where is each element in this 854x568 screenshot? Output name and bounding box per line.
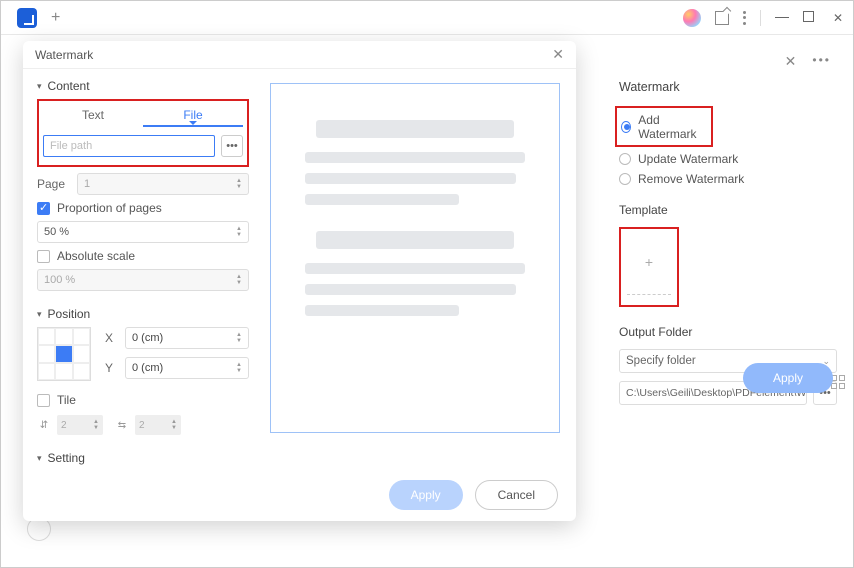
tile-v-icon: ⇆ bbox=[115, 419, 129, 431]
radio-icon bbox=[619, 173, 631, 185]
checkbox-icon bbox=[37, 394, 50, 407]
dialog-left-column: Content Text File File path ••• Page 1 ▲… bbox=[37, 79, 249, 469]
watermark-side-panel: ✕ ••• Watermark Add Watermark Update Wat… bbox=[615, 49, 837, 405]
spinner-icon[interactable]: ▲▼ bbox=[236, 226, 242, 238]
divider bbox=[760, 10, 761, 26]
checkbox-icon bbox=[37, 202, 50, 215]
spinner-icon: ▲▼ bbox=[93, 419, 99, 431]
window-maximize-button[interactable] bbox=[803, 11, 817, 25]
browse-file-button[interactable]: ••• bbox=[221, 135, 243, 157]
add-template-button[interactable] bbox=[619, 227, 679, 307]
spinner-icon: ▲▼ bbox=[236, 274, 242, 286]
tab-text[interactable]: Text bbox=[43, 105, 143, 127]
tile-h-icon: ⇵ bbox=[37, 419, 51, 431]
x-input[interactable]: 0 (cm) ▲▼ bbox=[125, 327, 249, 349]
dialog-footer: Apply Cancel bbox=[23, 469, 576, 521]
spinner-icon: ▲▼ bbox=[171, 419, 177, 431]
checkbox-label: Proportion of pages bbox=[57, 201, 162, 215]
content-tabs-highlight: Text File File path ••• bbox=[37, 99, 249, 167]
template-dash bbox=[627, 294, 671, 295]
dialog-header: Watermark ✕ bbox=[23, 41, 576, 69]
radio-label: Remove Watermark bbox=[638, 172, 744, 186]
spinner-icon[interactable]: ▲▼ bbox=[236, 362, 242, 374]
radio-update-watermark[interactable]: Update Watermark bbox=[619, 149, 837, 169]
placeholder-block bbox=[305, 231, 525, 316]
placeholder-block bbox=[305, 120, 525, 205]
window-minimize-button[interactable] bbox=[775, 11, 789, 25]
spinner-icon[interactable]: ▲▼ bbox=[236, 178, 242, 190]
setting-section-header[interactable]: Setting bbox=[37, 451, 249, 465]
tile-checkbox-row[interactable]: Tile bbox=[37, 393, 249, 407]
tab-file[interactable]: File bbox=[143, 105, 243, 127]
proportion-checkbox-row[interactable]: Proportion of pages bbox=[37, 201, 249, 215]
preview-page bbox=[270, 83, 560, 433]
add-watermark-highlight: Add Watermark bbox=[615, 106, 713, 147]
page-label: Page bbox=[37, 177, 69, 191]
spinner-icon[interactable]: ▲▼ bbox=[236, 332, 242, 344]
position-grid[interactable] bbox=[37, 327, 91, 381]
new-tab-button[interactable]: + bbox=[51, 9, 60, 27]
proportion-select[interactable]: 50 % ▲▼ bbox=[37, 221, 249, 243]
side-apply-button[interactable]: Apply bbox=[743, 363, 833, 393]
cancel-button[interactable]: Cancel bbox=[475, 480, 558, 510]
radio-label: Add Watermark bbox=[638, 113, 707, 141]
side-panel-close-icon[interactable]: ✕ bbox=[785, 53, 797, 70]
view-grid-icon[interactable] bbox=[831, 375, 845, 389]
apply-button[interactable]: Apply bbox=[389, 480, 463, 510]
y-label: Y bbox=[105, 361, 117, 375]
account-avatar-icon[interactable] bbox=[683, 9, 701, 27]
checkbox-label: Tile bbox=[57, 393, 76, 407]
radio-icon bbox=[621, 121, 631, 133]
side-panel-more-icon[interactable]: ••• bbox=[812, 53, 831, 70]
more-menu-icon[interactable] bbox=[743, 11, 746, 25]
dialog-title: Watermark bbox=[35, 48, 93, 62]
dialog-close-button[interactable]: ✕ bbox=[552, 46, 564, 63]
absolute-scale-input: 100 % ▲▼ bbox=[37, 269, 249, 291]
radio-add-watermark[interactable]: Add Watermark bbox=[621, 110, 707, 144]
app-logo-icon bbox=[17, 8, 37, 28]
tile-vertical-control: ⇆ 2 ▲▼ bbox=[115, 415, 181, 435]
tile-h-input: 2 ▲▼ bbox=[57, 415, 103, 435]
radio-remove-watermark[interactable]: Remove Watermark bbox=[619, 169, 837, 189]
x-label: X bbox=[105, 331, 117, 345]
position-section-header[interactable]: Position bbox=[37, 307, 249, 321]
file-path-input[interactable]: File path bbox=[43, 135, 215, 157]
input-value: 0 (cm) bbox=[132, 332, 163, 344]
tile-v-input: 2 ▲▼ bbox=[135, 415, 181, 435]
output-folder-label: Output Folder bbox=[615, 325, 837, 339]
preview-column bbox=[267, 79, 562, 469]
input-value: 0 (cm) bbox=[132, 362, 163, 374]
content-tabs: Text File bbox=[43, 105, 243, 127]
input-value: 1 bbox=[84, 178, 90, 190]
window-close-button[interactable] bbox=[831, 11, 845, 25]
share-icon[interactable] bbox=[715, 11, 729, 25]
input-value: 2 bbox=[139, 420, 145, 431]
page-input[interactable]: 1 ▲▼ bbox=[77, 173, 249, 195]
template-label: Template bbox=[615, 203, 837, 217]
tile-horizontal-control: ⇵ 2 ▲▼ bbox=[37, 415, 103, 435]
position-center[interactable] bbox=[55, 345, 72, 362]
watermark-dialog: Watermark ✕ Content Text File File path … bbox=[23, 41, 576, 521]
select-value: 50 % bbox=[44, 226, 69, 238]
absolute-scale-checkbox-row[interactable]: Absolute scale bbox=[37, 249, 249, 263]
side-panel-title: Watermark bbox=[615, 80, 837, 94]
titlebar: + bbox=[1, 1, 853, 35]
y-input[interactable]: 0 (cm) ▲▼ bbox=[125, 357, 249, 379]
radio-label: Update Watermark bbox=[638, 152, 738, 166]
checkbox-icon bbox=[37, 250, 50, 263]
radio-icon bbox=[619, 153, 631, 165]
input-value: 100 % bbox=[44, 274, 75, 286]
select-value: Specify folder bbox=[626, 355, 696, 367]
input-value: 2 bbox=[61, 420, 67, 431]
content-section-header[interactable]: Content bbox=[37, 79, 249, 93]
checkbox-label: Absolute scale bbox=[57, 249, 135, 263]
